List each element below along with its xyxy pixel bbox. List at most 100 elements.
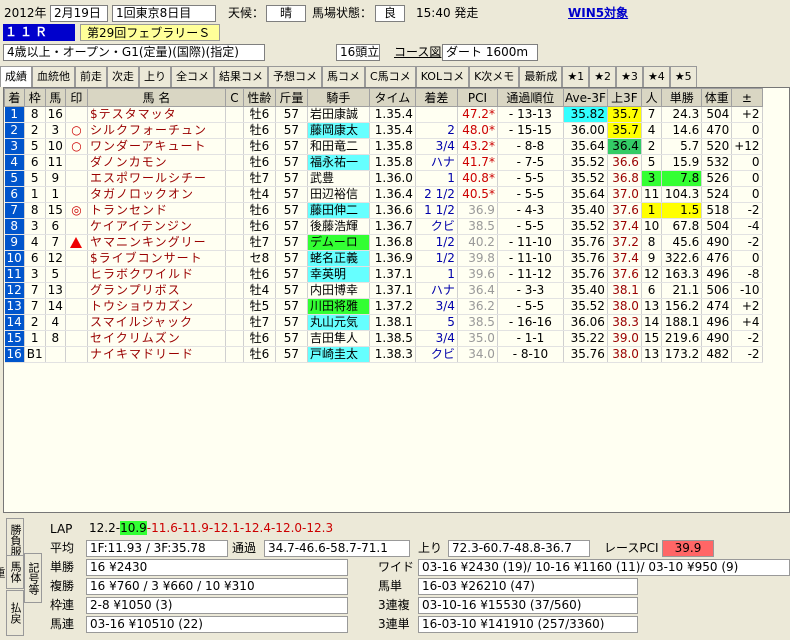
- cell-pm: +2: [731, 106, 763, 123]
- cell-pass: - 1-1: [497, 330, 564, 347]
- column-header-10[interactable]: 着差: [414, 88, 458, 107]
- cell-name: スマイルジャック: [87, 314, 226, 331]
- column-header-5[interactable]: C: [224, 88, 244, 107]
- table-row[interactable]: 8 3 6 ケイアイテンジン 牡6 57 後藤浩輝 1.36.7 クビ 38.5- 5-5 35.5…: [4, 218, 763, 235]
- column-header-15[interactable]: 人: [640, 88, 663, 107]
- cell-pass: - 4-3: [497, 202, 564, 219]
- cell-sa: 牡5: [243, 298, 276, 315]
- cell-pm: -10: [731, 282, 763, 299]
- cell-fin: 15: [4, 330, 25, 347]
- tab-14[interactable]: ★2: [589, 66, 617, 87]
- table-row[interactable]: 2 2 3 ○ シルクフォーチュン 牡6 57 藤岡康太 1.35.4 2 48.0* - 15-15…: [4, 122, 763, 139]
- tab-3[interactable]: 次走: [107, 66, 139, 87]
- table-row[interactable]: 5 5 9 エスポワールシチー 牡7 57 武豊 1.36.0 1 40.8* - 5-5 35.52…: [4, 170, 763, 187]
- tab-4[interactable]: 上り: [139, 66, 171, 87]
- cell-diff: 1/2: [415, 250, 458, 267]
- table-row[interactable]: 3 5 10 ○ ワンダーアキュート 牡6 57 和田竜二 1.35.8 3/4 43.2* - 8-…: [4, 138, 763, 155]
- year-label: 2012年: [4, 6, 47, 20]
- cell-pop: 11: [641, 186, 663, 203]
- column-header-8[interactable]: 騎手: [306, 88, 370, 107]
- column-header-13[interactable]: Ave-3F: [562, 88, 608, 107]
- tab-11[interactable]: K次メモ: [469, 66, 520, 87]
- column-header-4[interactable]: 馬 名: [86, 88, 226, 107]
- cell-pm: 0: [731, 250, 763, 267]
- column-header-7[interactable]: 斤量: [274, 88, 308, 107]
- cell-ave: 35.64: [563, 186, 608, 203]
- column-header-11[interactable]: PCI: [456, 88, 498, 107]
- side-tab-payout[interactable]: 払戻: [6, 590, 24, 636]
- cell-pm: -2: [731, 330, 763, 347]
- cell-sa: 牡4: [243, 282, 276, 299]
- table-row[interactable]: 11 3 5 ヒラボクワイルド 牡6 57 幸英明 1.37.1 1 39.6- 11-12 35.…: [4, 266, 763, 283]
- table-row[interactable]: 6 1 1 タガノロックオン 牡4 57 田辺裕信 1.36.4 2 1/2 40.5* - 5-5…: [4, 186, 763, 203]
- column-header-3[interactable]: 印: [64, 88, 88, 107]
- table-row[interactable]: 4 6 11 ダノンカモン 牡6 57 福永祐一 1.35.8 ハナ 41.7* - 7-5 35.5…: [4, 154, 763, 171]
- cell-odds: 5.7: [661, 138, 703, 155]
- column-header-0[interactable]: 着: [4, 88, 25, 107]
- cell-up: 37.6: [607, 202, 642, 219]
- cell-c: [225, 186, 244, 203]
- cell-uma: 6: [45, 218, 66, 235]
- tab-5[interactable]: 全コメ: [171, 66, 214, 87]
- cell-sa: 牡6: [243, 218, 276, 235]
- tab-0[interactable]: 成績: [0, 66, 32, 87]
- tab-7[interactable]: 予想コメ: [268, 66, 322, 87]
- table-row[interactable]: 10 6 12 $ライブコンサート セ8 57 蛯名正義 1.36.9 1/2 39.8- 11-…: [4, 250, 763, 267]
- cell-jockey: 和田竜二: [307, 138, 370, 155]
- column-header-9[interactable]: タイム: [368, 88, 416, 107]
- tab-17[interactable]: ★5: [669, 66, 697, 87]
- tab-16[interactable]: ★4: [642, 66, 670, 87]
- cell-pm: 0: [731, 154, 763, 171]
- tab-2[interactable]: 前走: [75, 66, 107, 87]
- cell-ave: 35.82: [563, 106, 608, 123]
- tab-9[interactable]: C馬コメ: [365, 66, 416, 87]
- tab-13[interactable]: ★1: [562, 66, 590, 87]
- tab-1[interactable]: 血統他: [32, 66, 75, 87]
- table-row[interactable]: 16 B1 ナイキマドリード 牡6 57 戸崎圭太 1.38.3 クビ 34.0- 8-10 35…: [4, 346, 763, 363]
- column-header-12[interactable]: 通過順位: [496, 88, 564, 107]
- cell-pci: 36.4: [457, 282, 498, 299]
- table-row[interactable]: 7 8 15 ◎ トランセンド 牡6 57 藤田伸二 1.36.6 1 1/2 36.9- 4-3 3…: [4, 202, 763, 219]
- tab-8[interactable]: 馬コメ: [322, 66, 365, 87]
- win5-link[interactable]: WIN5対象: [568, 5, 628, 22]
- cell-uma: 9: [45, 170, 66, 187]
- cell-fin: 4: [4, 154, 25, 171]
- cell-pass: - 3-3: [497, 282, 564, 299]
- course-map-button[interactable]: コース図: [394, 44, 441, 61]
- tab-6[interactable]: 結果コメ: [214, 66, 268, 87]
- column-header-17[interactable]: 体重: [701, 88, 733, 107]
- column-header-18[interactable]: ±: [731, 88, 763, 107]
- side-tab-weight[interactable]: 馬体重: [0, 555, 24, 589]
- date-field[interactable]: 2月19日: [50, 5, 108, 22]
- table-row[interactable]: 13 7 14 トウショウカズン 牡5 57 川田将雅 1.37.2 3/4 36.2- 5-5 3…: [4, 298, 763, 315]
- table-row[interactable]: 14 2 4 スマイルジャック 牡7 57 丸山元気 1.38.1 5 38.5- 16-16 36…: [4, 314, 763, 331]
- column-header-16[interactable]: 単勝: [661, 88, 703, 107]
- tab-10[interactable]: KOLコメ: [415, 66, 470, 87]
- side-tab-symbols[interactable]: 記号等: [24, 553, 42, 603]
- cell-up: 35.7: [607, 122, 642, 139]
- cell-odds: 104.3: [661, 186, 703, 203]
- cell-ave: 35.52: [563, 170, 608, 187]
- cell-c: [225, 218, 244, 235]
- table-row[interactable]: 12 7 13 グランプリボス 牡4 57 内田博幸 1.37.1 ハナ 36.4- 3-3 35.…: [4, 282, 763, 299]
- cell-mark: [65, 218, 88, 235]
- table-row[interactable]: 9 4 7 ヤマニンキングリー 牡7 57 デムーロ 1.36.8 1/2 40.2- 11-10…: [4, 234, 763, 251]
- column-header-1[interactable]: 枠: [23, 88, 46, 107]
- cell-name: エスポワールシチー: [87, 170, 226, 187]
- column-header-2[interactable]: 馬: [44, 88, 66, 107]
- cell-jockey: 藤田伸二: [307, 202, 370, 219]
- meeting-field[interactable]: 1回東京8日目: [112, 5, 216, 22]
- cell-uma: 7: [45, 234, 66, 251]
- sanrentan-label: 3連単: [378, 617, 410, 631]
- table-row[interactable]: 15 1 8 セイクリムズン 牡6 57 吉田隼人 1.38.5 3/4 35.0- 1-1 35.…: [4, 330, 763, 347]
- tab-15[interactable]: ★3: [616, 66, 643, 87]
- tab-12[interactable]: 最新成: [519, 66, 563, 87]
- table-row[interactable]: 1 8 16 $テスタマッタ 牡6 57 岩田康誠 1.35.4 47.2* - 13-13 35.…: [4, 106, 763, 123]
- cell-up: 36.4: [607, 138, 642, 155]
- cell-pci: 36.2: [457, 298, 498, 315]
- cell-pm: +2: [731, 298, 763, 315]
- cell-ave: 35.76: [563, 346, 608, 363]
- column-header-6[interactable]: 性齢: [242, 88, 276, 107]
- column-header-14[interactable]: 上3F: [606, 88, 642, 107]
- cell-pop: 3: [641, 170, 663, 187]
